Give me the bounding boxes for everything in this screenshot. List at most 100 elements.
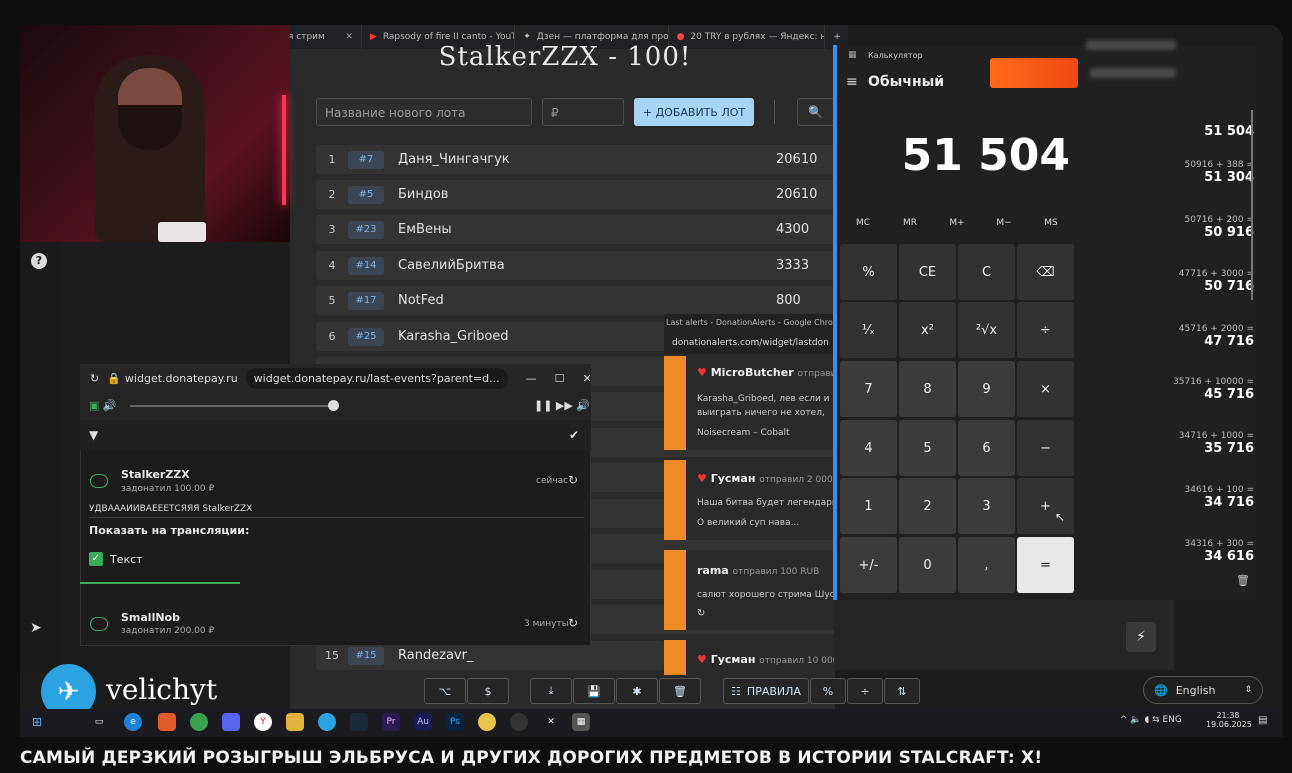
delete-button[interactable]: 🗑: [659, 678, 701, 704]
decimal-key[interactable]: ,: [958, 537, 1015, 593]
media-link[interactable]: О великий суп нава...: [697, 518, 799, 528]
maximize-icon[interactable]: ☐: [555, 372, 565, 385]
digit-6-key[interactable]: 6: [958, 420, 1015, 476]
minimize-icon[interactable]: —: [526, 372, 537, 385]
lot-row[interactable]: 3 #23 ЕмВены 4300: [316, 215, 836, 244]
percent-key[interactable]: %: [840, 244, 897, 300]
bolt-button[interactable]: ⚡: [1126, 622, 1156, 652]
digit-7-key[interactable]: 7: [840, 361, 897, 417]
memory-add-button[interactable]: M+: [937, 218, 977, 228]
digit-5-key[interactable]: 5: [899, 420, 956, 476]
history-entry[interactable]: 35716 + 10000 = 45 716: [1144, 377, 1254, 402]
percent-button[interactable]: %: [810, 678, 846, 704]
negate-key[interactable]: +/-: [840, 537, 897, 593]
save-button[interactable]: 💾: [573, 678, 615, 704]
close-icon[interactable]: ✕: [582, 372, 591, 385]
digit-9-key[interactable]: 9: [958, 361, 1015, 417]
slider-handle[interactable]: [328, 400, 339, 411]
history-entry[interactable]: 34716 + 1000 = 35 716: [1144, 431, 1254, 456]
yandex-browser-icon[interactable]: Y: [254, 713, 272, 731]
media-link[interactable]: Noisecream – Cobalt: [697, 428, 790, 438]
edge-icon[interactable]: e: [124, 713, 142, 731]
clear-key[interactable]: C: [958, 244, 1015, 300]
digit-3-key[interactable]: 3: [958, 478, 1015, 534]
folder-icon[interactable]: [286, 713, 304, 731]
lot-row[interactable]: 5 #17 NotFed 800: [316, 286, 836, 315]
divide-button[interactable]: ÷: [847, 678, 883, 704]
divide-key[interactable]: ÷: [1017, 302, 1074, 358]
search-icon[interactable]: 🔍: [797, 98, 837, 126]
digit-0-key[interactable]: 0: [899, 537, 956, 593]
memory-store-button[interactable]: MS: [1031, 218, 1071, 228]
digit-1-key[interactable]: 1: [840, 478, 897, 534]
digit-4-key[interactable]: 4: [840, 420, 897, 476]
history-entry[interactable]: 34316 + 300 = 34 616: [1144, 539, 1254, 567]
history-entry[interactable]: 45716 + 2000 = 47 716: [1144, 324, 1254, 349]
history-entry[interactable]: 51 504: [1144, 124, 1254, 139]
memory-recall-button[interactable]: MR: [890, 218, 930, 228]
clock[interactable]: 21:38 19.06.2025: [1206, 711, 1252, 729]
history-scrollbar[interactable]: [1251, 110, 1253, 300]
discord-icon[interactable]: [222, 713, 240, 731]
filter-icon[interactable]: ▼: [89, 428, 98, 442]
system-tray[interactable]: ^ 🔈 ◖ ⇆ ENG: [1120, 715, 1182, 725]
replay-icon[interactable]: ↻: [568, 616, 578, 630]
download-button[interactable]: ⤓: [530, 678, 572, 704]
digit-8-key[interactable]: 8: [899, 361, 956, 417]
help-icon[interactable]: ?: [31, 253, 47, 269]
square-key[interactable]: x²: [899, 302, 956, 358]
volume-slider[interactable]: [130, 405, 330, 407]
memory-clear-button[interactable]: MC: [843, 218, 883, 228]
telegram-send-icon[interactable]: ➤: [30, 620, 42, 636]
rules-button[interactable]: ☷ ПРАВИЛА: [723, 678, 809, 704]
app-icon[interactable]: ✕: [542, 713, 560, 731]
audition-icon[interactable]: Au: [414, 713, 432, 731]
photoshop-icon[interactable]: Ps: [446, 713, 464, 731]
history-entry[interactable]: 50916 + 388 = 51 304: [1144, 160, 1254, 185]
text-checkbox[interactable]: ✓: [89, 552, 103, 566]
lot-row[interactable]: 1 #7 Даня_Чингачгук 20610: [316, 145, 836, 174]
history-entry[interactable]: 47716 + 3000 = 50 716: [1144, 269, 1254, 294]
calculator-taskbar-icon[interactable]: ▦: [572, 713, 590, 731]
history-entry[interactable]: 34616 + 100 = 34 716: [1144, 485, 1254, 510]
app-icon[interactable]: [190, 713, 208, 731]
sort-button[interactable]: ⇅: [884, 678, 920, 704]
url-field[interactable]: widget.donatepay.ru/last-events?parent=d…: [245, 367, 508, 389]
backspace-key[interactable]: ⌫: [1017, 244, 1074, 300]
language-select[interactable]: 🌐 English ⇕: [1143, 676, 1263, 704]
lot-row[interactable]: 4 #14 СавелийБритва 3333: [316, 251, 836, 280]
volume-icon[interactable]: ▣ 🔊: [89, 399, 117, 412]
donate-button[interactable]: $: [467, 678, 509, 704]
memory-subtract-button[interactable]: M−: [984, 218, 1024, 228]
steam-icon[interactable]: [350, 713, 368, 731]
close-icon[interactable]: ✕: [345, 32, 353, 42]
reload-icon[interactable]: ↻: [90, 372, 99, 385]
check-all-icon[interactable]: ✔: [569, 428, 579, 442]
github-button[interactable]: ⌥: [424, 678, 466, 704]
history-entry[interactable]: 50716 + 200 = 50 916: [1144, 215, 1254, 240]
app-icon[interactable]: [158, 713, 176, 731]
replay-icon[interactable]: ↻: [697, 608, 705, 619]
lot-name-input[interactable]: Название нового лота: [316, 98, 532, 126]
playback-controls[interactable]: ❚❚ ▶▶ 🔊: [534, 399, 590, 412]
add-lot-button[interactable]: + ДОБАВИТЬ ЛОТ: [634, 98, 754, 126]
minus-key[interactable]: −: [1017, 420, 1074, 476]
sqrt-key[interactable]: ²√x: [958, 302, 1015, 358]
obs-icon[interactable]: [510, 713, 528, 731]
menu-icon[interactable]: ≡: [846, 74, 858, 90]
clear-entry-key[interactable]: CE: [899, 244, 956, 300]
notifications-icon[interactable]: ▤: [1258, 715, 1267, 726]
premiere-icon[interactable]: Pr: [382, 713, 400, 731]
reciprocal-key[interactable]: ¹⁄ₓ: [840, 302, 897, 358]
task-view-icon[interactable]: ▭: [90, 713, 108, 731]
replay-icon[interactable]: ↻: [568, 473, 578, 487]
bug-button[interactable]: ✱: [616, 678, 658, 704]
multiply-key[interactable]: ×: [1017, 361, 1074, 417]
telegram-icon[interactable]: [318, 713, 336, 731]
lot-row[interactable]: 2 #5 Биндов 20610: [316, 180, 836, 209]
plus-key[interactable]: +: [1017, 478, 1074, 534]
trash-icon[interactable]: 🗑: [1236, 574, 1250, 587]
lot-price-input[interactable]: ₽: [542, 98, 624, 126]
chrome-icon[interactable]: [478, 713, 496, 731]
start-icon[interactable]: ⊞: [28, 713, 46, 731]
